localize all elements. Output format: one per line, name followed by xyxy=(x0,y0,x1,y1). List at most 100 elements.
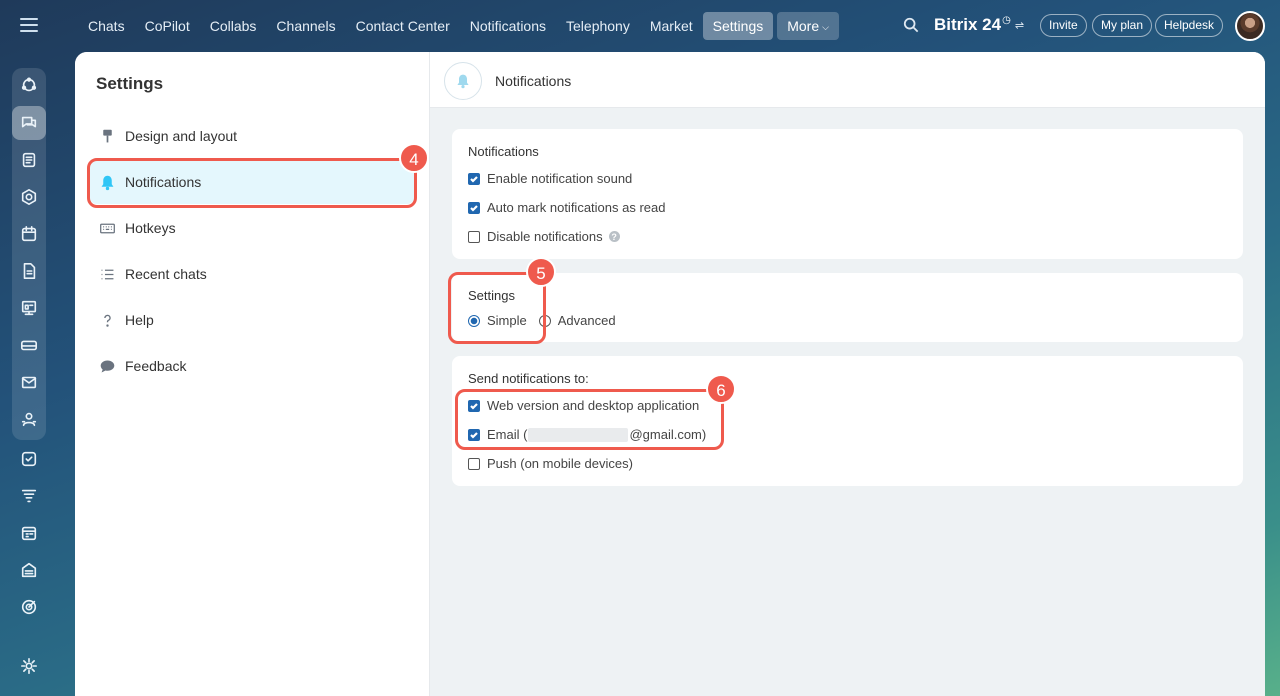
menu-icon[interactable] xyxy=(20,18,38,32)
option-label: Auto mark notifications as read xyxy=(487,200,666,215)
sidebar-item-recent-chats[interactable]: Recent chats xyxy=(89,252,415,296)
page-title: Notifications xyxy=(495,73,572,89)
send-push-option[interactable]: Push (on mobile devices) xyxy=(468,456,633,471)
rail-drive-icon[interactable] xyxy=(12,328,46,362)
paint-roller-icon xyxy=(97,126,117,146)
question-icon xyxy=(97,310,117,330)
rail-hexagon-icon[interactable] xyxy=(12,180,46,214)
clock-icon: ◷ xyxy=(1002,15,1011,26)
send-web-option[interactable]: Web version and desktop application xyxy=(468,398,699,413)
nav-more[interactable]: More ⌵ xyxy=(777,12,839,40)
settings-mode-card: Settings Simple Advanced xyxy=(452,273,1243,342)
sidebar-item-label: Feedback xyxy=(125,358,187,374)
sidebar-item-label: Help xyxy=(125,312,154,328)
sidebar-item-design[interactable]: Design and layout xyxy=(89,114,415,158)
step-badge-4: 4 xyxy=(399,143,429,173)
bell-icon xyxy=(444,62,482,100)
brand-text: Bitrix 24 xyxy=(934,15,1002,34)
card-title: Notifications xyxy=(468,144,539,159)
helpdesk-button[interactable]: Helpdesk xyxy=(1155,14,1224,37)
rail-calendar-icon[interactable] xyxy=(12,217,46,251)
sidebar-item-label: Design and layout xyxy=(125,128,238,144)
nav-more-label: More xyxy=(787,18,820,34)
rail-mail-icon[interactable] xyxy=(12,365,46,399)
sidebar-item-label: Hotkeys xyxy=(125,220,176,236)
notification-sound-option[interactable]: Enable notification sound xyxy=(468,171,632,186)
notifications-card: Notifications Enable notification sound … xyxy=(452,129,1243,259)
rail-tasks-icon[interactable] xyxy=(12,442,46,476)
search-icon[interactable] xyxy=(903,17,921,35)
option-label: Disable notifications xyxy=(487,229,603,244)
disable-notifications-option[interactable]: Disable notifications ? xyxy=(468,229,620,244)
top-nav: Chats CoPilot Collabs Channels Contact C… xyxy=(78,12,839,40)
nav-copilot[interactable]: CoPilot xyxy=(135,12,200,40)
bell-icon xyxy=(97,172,117,192)
option-label: Web version and desktop application xyxy=(487,398,700,413)
nav-notifications[interactable]: Notifications xyxy=(460,12,556,40)
nav-chats[interactable]: Chats xyxy=(78,12,135,40)
top-bar: Chats CoPilot Collabs Channels Contact C… xyxy=(60,0,1280,52)
option-label: Push (on mobile devices) xyxy=(487,456,633,471)
option-label: Enable notification sound xyxy=(487,171,633,186)
checkbox-unchecked[interactable] xyxy=(468,457,480,470)
nav-channels[interactable]: Channels xyxy=(266,12,345,40)
radio-simple-label: Simple xyxy=(487,313,527,328)
rail-contacts-icon[interactable] xyxy=(12,402,46,436)
nav-settings[interactable]: Settings xyxy=(702,12,774,40)
settings-panel: Settings Design and layout Notifications… xyxy=(75,52,1265,696)
radio-advanced-label: Advanced xyxy=(557,313,616,328)
nav-contact-center[interactable]: Contact Center xyxy=(346,12,460,40)
checkbox-checked[interactable] xyxy=(468,399,480,412)
sidebar-item-notifications[interactable]: Notifications xyxy=(89,160,415,204)
email-suffix: @gmail.com) xyxy=(629,427,707,442)
content-header: Notifications xyxy=(430,52,1265,108)
checkbox-unchecked[interactable] xyxy=(468,230,480,243)
nav-telephony[interactable]: Telephony xyxy=(556,12,640,40)
chat-bubble-icon xyxy=(97,356,117,376)
tune-icon[interactable]: ⇌ xyxy=(1015,20,1024,32)
avatar[interactable] xyxy=(1235,11,1265,41)
rail-feed-icon[interactable] xyxy=(12,143,46,177)
sidebar-item-label: Notifications xyxy=(125,174,202,190)
rail-target-icon[interactable] xyxy=(12,590,46,624)
rail-funnel-icon[interactable] xyxy=(12,479,46,513)
step-badge-6: 6 xyxy=(706,374,736,404)
rail-document-icon[interactable] xyxy=(12,254,46,288)
sidebar-item-label: Recent chats xyxy=(125,266,207,282)
rail-chats-icon[interactable] xyxy=(12,106,46,140)
step-badge-5: 5 xyxy=(526,257,556,287)
invite-button[interactable]: Invite xyxy=(1040,14,1087,37)
checkbox-checked[interactable] xyxy=(468,172,480,185)
keyboard-icon xyxy=(97,218,117,238)
settings-content: Notifications Notifications Enable notif… xyxy=(430,52,1265,696)
checkbox-checked[interactable] xyxy=(468,201,480,214)
settings-sidebar: Settings Design and layout Notifications… xyxy=(75,52,430,696)
my-plan-button[interactable]: My plan xyxy=(1092,14,1153,37)
redacted-email xyxy=(528,427,629,442)
radio-advanced[interactable] xyxy=(538,314,551,327)
sidebar-title: Settings xyxy=(96,74,164,93)
nav-market[interactable]: Market xyxy=(640,12,703,40)
rail-store-icon[interactable] xyxy=(12,553,46,587)
list-icon xyxy=(97,264,117,284)
radio-simple[interactable] xyxy=(468,314,480,327)
checkbox-checked[interactable] xyxy=(468,428,480,441)
sidebar-item-help[interactable]: Help xyxy=(89,298,415,342)
rail-collab-icon[interactable] xyxy=(12,68,46,102)
auto-mark-read-option[interactable]: Auto mark notifications as read xyxy=(468,200,665,215)
left-rail xyxy=(0,0,60,696)
send-email-option[interactable]: Email ( @gmail.com) xyxy=(468,427,706,442)
card-title: Settings xyxy=(468,288,515,303)
brand-logo: Bitrix 24◷ ⇌ xyxy=(934,15,1024,35)
email-prefix: Email ( xyxy=(487,427,528,442)
sidebar-item-feedback[interactable]: Feedback xyxy=(89,344,415,388)
rail-board-icon[interactable] xyxy=(12,291,46,325)
send-notifications-card: Send notifications to: Web version and d… xyxy=(452,356,1243,486)
help-icon[interactable]: ? xyxy=(608,231,620,242)
rail-schedule-icon[interactable] xyxy=(12,516,46,550)
chevron-down-icon: ⌵ xyxy=(822,22,829,32)
settings-mode-options: Simple Advanced xyxy=(468,313,616,328)
nav-collabs[interactable]: Collabs xyxy=(200,12,267,40)
sidebar-item-hotkeys[interactable]: Hotkeys xyxy=(89,206,415,250)
rail-settings-gear-icon[interactable] xyxy=(12,649,46,683)
